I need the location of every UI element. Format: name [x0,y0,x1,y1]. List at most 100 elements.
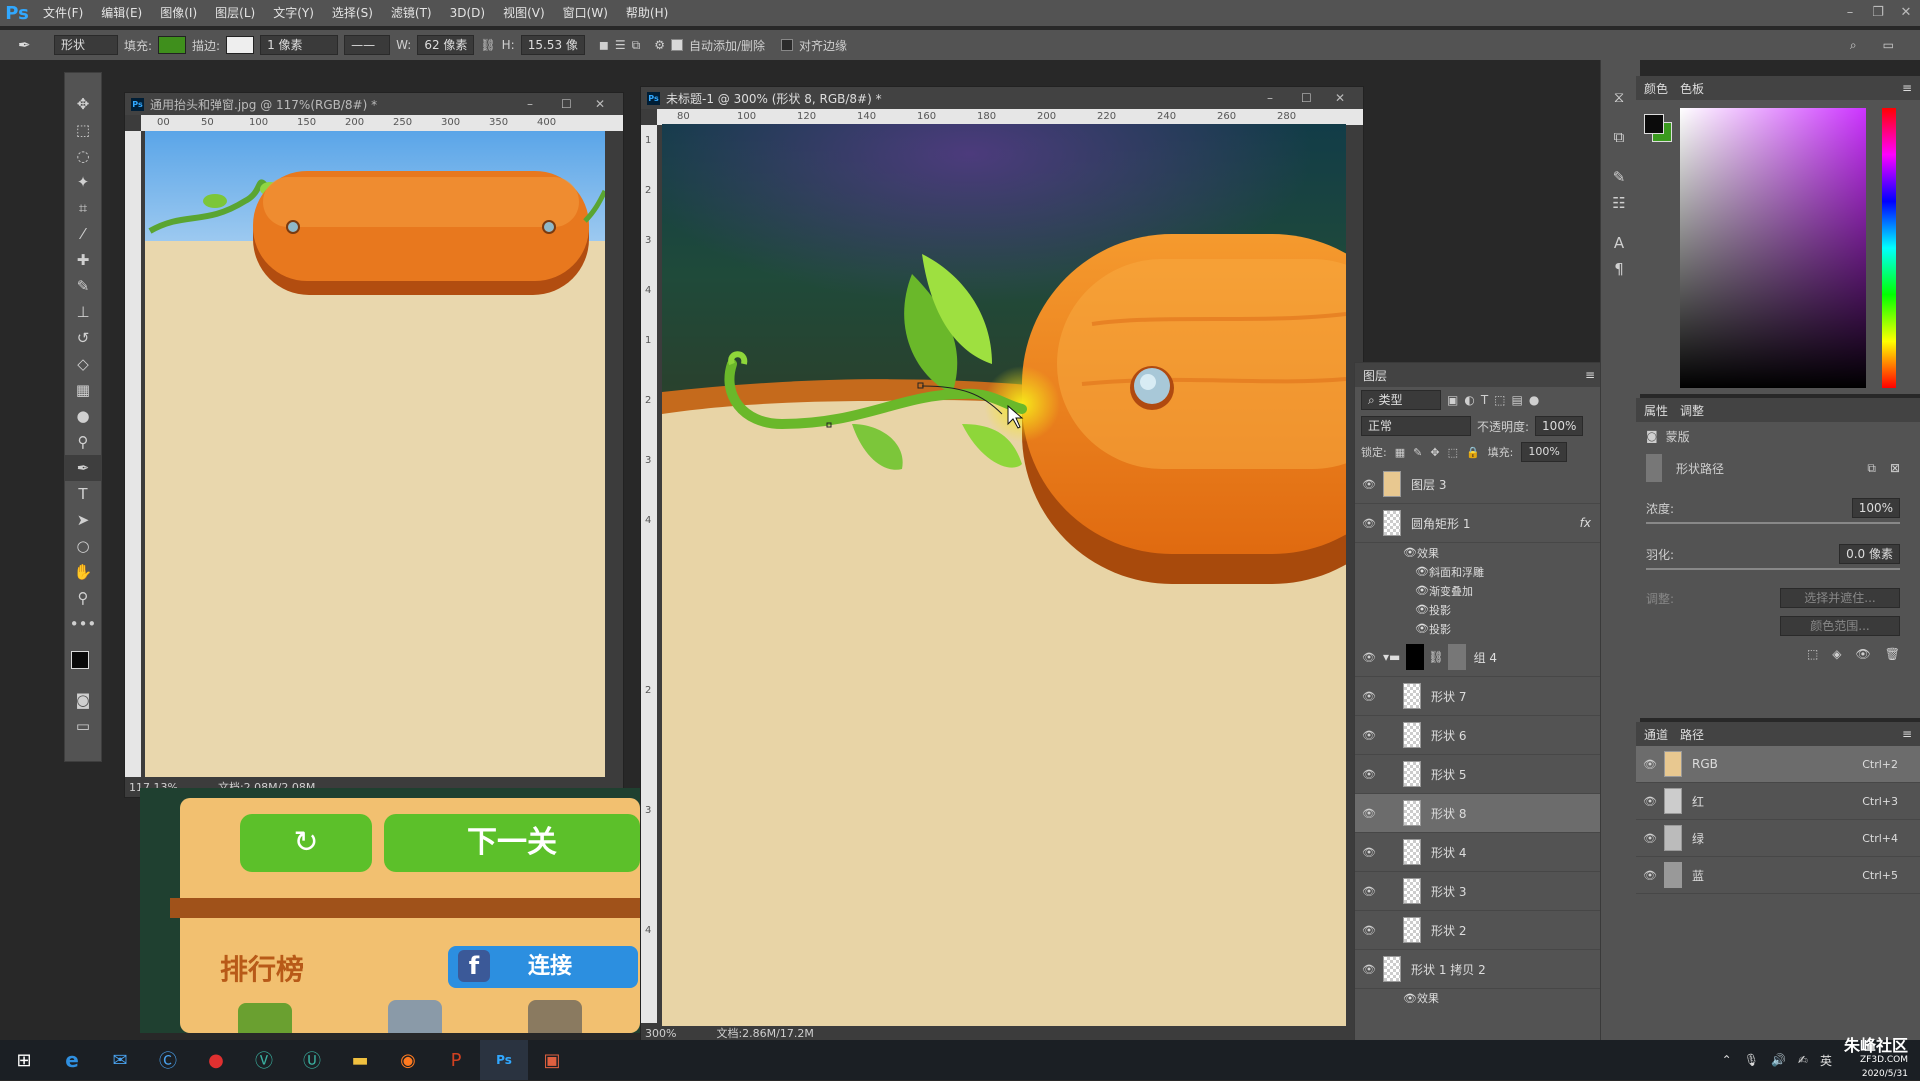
tab-swatches[interactable]: 色板 [1680,80,1704,97]
restore-icon[interactable]: ☐ [561,97,589,111]
minimize-icon[interactable]: – [527,97,555,111]
layer-row[interactable]: 👁 形状 1 拷贝 2 [1355,950,1603,989]
eye-icon[interactable]: 👁 [1355,690,1383,703]
edge-browser-icon[interactable]: e [48,1040,96,1080]
eye-icon[interactable]: 👁 [1355,885,1383,898]
effects-header[interactable]: 👁 效果 [1355,543,1603,562]
filter-shape-icon[interactable]: ⬚ [1494,393,1505,407]
layer-group-row[interactable]: 👁 ▾▬ ⛓ 组 4 [1355,638,1603,677]
eye-icon[interactable]: 👁 [1355,768,1383,781]
menu-3d[interactable]: 3D(D) [441,0,494,26]
color-range-button[interactable]: 颜色范围... [1780,616,1900,636]
filter-pixel-icon[interactable]: ▣ [1447,393,1458,407]
align-edges-checkbox[interactable] [781,39,794,51]
stamp-tool-icon[interactable]: ⊥ [65,299,101,325]
clone-source-icon[interactable]: ⧉ [1601,124,1637,150]
path-align-icon[interactable]: ☰ [615,38,626,52]
hue-slider[interactable] [1882,108,1896,388]
move-tool-icon[interactable]: ✥ [65,91,101,117]
brush-preset-icon[interactable]: ✎ [1601,164,1637,190]
feather-input[interactable]: 0.0 像素 [1839,544,1900,564]
feather-slider[interactable] [1646,568,1900,570]
channel-row[interactable]: 👁 蓝 Ctrl+5 [1636,857,1920,894]
menu-window[interactable]: 窗口(W) [554,0,617,26]
pen-tool-icon[interactable]: ✒ [18,36,48,54]
doc2-title-bar[interactable]: Ps 未标题-1 @ 300% (形状 8, RGB/8#) * – ☐ ✕ [641,87,1363,109]
minimize-icon[interactable]: – [1836,0,1864,26]
tab-color[interactable]: 颜色 [1644,80,1668,97]
layer-row[interactable]: 👁 形状 5 [1355,755,1603,794]
doc1-title-bar[interactable]: Ps 通用抬头和弹窗.jpg @ 117%(RGB/8#) * – ☐ ✕ [125,93,623,115]
screen-mode-icon[interactable]: ▭ [65,713,101,739]
magic-wand-icon[interactable]: ✦ [65,169,101,195]
color-picker-field[interactable] [1680,108,1866,388]
firefox-icon[interactable]: ◉ [384,1040,432,1080]
c-app-icon[interactable]: Ⓒ [144,1040,192,1080]
eye-icon[interactable]: 👁 [1636,869,1664,882]
menu-edit[interactable]: 编辑(E) [92,0,151,26]
effect-item[interactable]: 👁 投影 [1355,600,1603,619]
character-icon[interactable]: A [1601,230,1637,256]
photoshop-logo-icon[interactable]: Ps [0,3,34,24]
brush-tool-icon[interactable]: ✎ [65,273,101,299]
minimize-icon[interactable]: – [1267,91,1295,105]
density-slider[interactable] [1646,522,1900,524]
channel-row[interactable]: 👁 红 Ctrl+3 [1636,783,1920,820]
filter-smart-icon[interactable]: ▤ [1512,393,1523,407]
effect-item[interactable]: 👁 投影 [1355,619,1603,638]
path-operations-icon[interactable]: ◼ [599,38,609,52]
layer-row[interactable]: 👁 形状 7 [1355,677,1603,716]
lasso-tool-icon[interactable]: ◌ [65,143,101,169]
close-icon[interactable]: ✕ [1892,0,1920,26]
eye-icon[interactable]: 👁 [1355,807,1383,820]
layer-row[interactable]: 👁 形状 2 [1355,911,1603,950]
mail-icon[interactable]: ✉ [96,1040,144,1080]
tray-chevron-icon[interactable]: ⌃ [1722,1053,1732,1067]
document-window-reference[interactable]: Ps 通用抬头和弹窗.jpg @ 117%(RGB/8#) * – ☐ ✕ 00… [124,92,624,798]
blur-tool-icon[interactable]: ● [65,403,101,429]
menu-file[interactable]: 文件(F) [34,0,92,26]
eye-icon[interactable]: 👁 [1355,478,1383,491]
color-swatches[interactable] [65,637,101,687]
crop-tool-icon[interactable]: ⌗ [65,195,101,221]
fg-bg-swatches[interactable] [1644,114,1674,144]
zoom-tool-icon[interactable]: ⚲ [65,585,101,611]
tool-mode-select[interactable]: 形状 [54,35,118,55]
eye-icon[interactable]: 👁 [1415,584,1429,597]
add-vector-mask-icon[interactable]: ⊠ [1890,461,1900,475]
quick-mask-icon[interactable]: ◙ [65,687,101,713]
eye-icon[interactable]: 👁 [1403,546,1417,559]
channel-row[interactable]: 👁 RGB Ctrl+2 [1636,746,1920,783]
menu-help[interactable]: 帮助(H) [617,0,677,26]
paragraph-icon[interactable]: ¶ [1601,256,1637,282]
eye-icon[interactable]: 👁 [1415,603,1429,616]
layer-row[interactable]: 👁 图层 3 [1355,465,1603,504]
panel-menu-icon[interactable]: ≡ [1585,368,1595,382]
layer-row[interactable]: 👁 圆角矩形 1 fx [1355,504,1603,543]
v-app-icon[interactable]: Ⓥ [240,1040,288,1080]
eye-icon[interactable]: 👁 [1415,622,1429,635]
doc1-canvas[interactable] [145,131,605,777]
screen-recorder-icon[interactable]: ▣ [528,1040,576,1080]
more-tools-icon[interactable]: ••• [65,611,101,637]
doc2-zoom[interactable]: 300% [645,1027,676,1040]
volume-icon[interactable]: 🔊 [1771,1053,1786,1067]
eraser-tool-icon[interactable]: ◇ [65,351,101,377]
visibility-icon[interactable]: 👁 [1856,647,1871,661]
windows-start-icon[interactable]: ⊞ [0,1040,48,1080]
eye-icon[interactable]: 👁 [1355,963,1383,976]
ellipse-tool-icon[interactable]: ○ [65,533,101,559]
eye-icon[interactable]: 👁 [1403,992,1417,1005]
menu-select[interactable]: 选择(S) [323,0,382,26]
density-input[interactable]: 100% [1851,498,1900,518]
tab-adjustments[interactable]: 调整 [1680,402,1704,419]
path-arrange-icon[interactable]: ⧉ [632,38,641,53]
stroke-size-select[interactable]: 1 像素 [260,35,339,55]
effect-item[interactable]: 👁 斜面和浮雕 [1355,562,1603,581]
eye-icon[interactable]: 👁 [1355,729,1383,742]
type-tool-icon[interactable]: T [65,481,101,507]
chain-icon[interactable]: ⛓ [1428,650,1443,664]
gear-icon[interactable]: ⚙ [654,38,665,52]
menu-layer[interactable]: 图层(L) [206,0,264,26]
blend-mode-select[interactable]: 正常 [1361,416,1471,436]
